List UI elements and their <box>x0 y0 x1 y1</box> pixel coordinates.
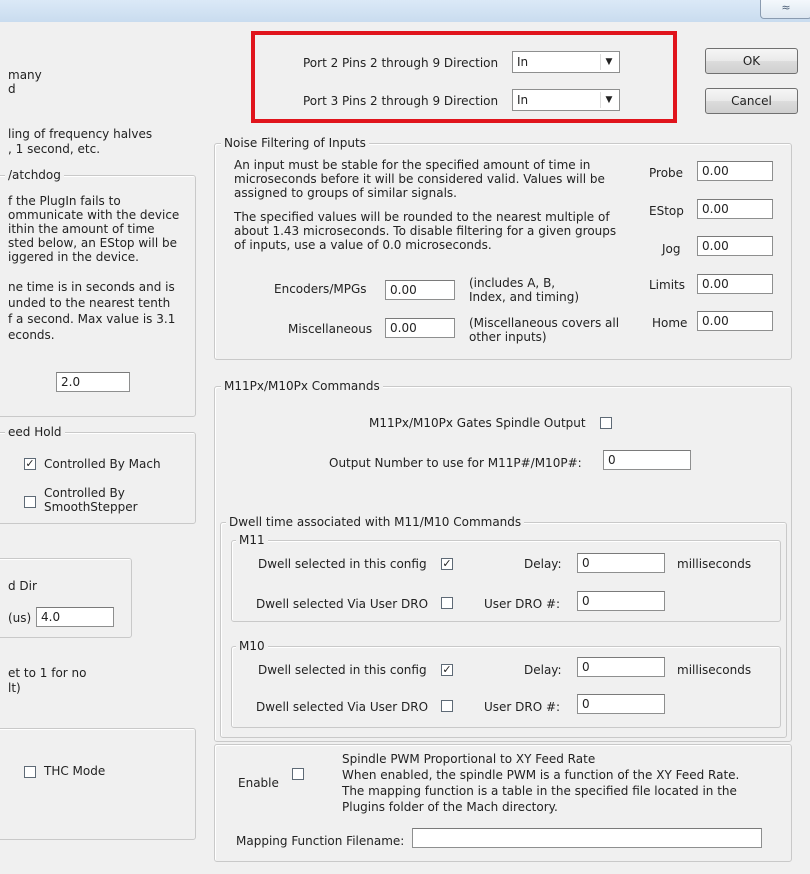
highlight-box <box>251 31 677 123</box>
controlled-by-mach-checkbox[interactable]: ✓ <box>24 458 36 470</box>
watchdog-legend: /atchdog <box>5 168 64 182</box>
watchdog-desc-line: ommunicate with the device <box>8 208 180 222</box>
watchdog-desc-line: econds. <box>8 328 55 342</box>
mapping-filename-input[interactable] <box>412 828 762 848</box>
output-number-label: Output Number to use for M11P#/M10P#: <box>329 456 582 470</box>
noise-desc-line: of inputs, use a value of 0.0 microsecon… <box>234 238 492 252</box>
set-note-line: lt) <box>8 681 21 695</box>
us-input[interactable] <box>36 607 114 627</box>
watchdog-desc-line: ne time is in seconds and is <box>8 280 175 294</box>
m10-dwell-dro-label: Dwell selected Via User DRO <box>256 700 429 714</box>
encoders-mpgs-label: Encoders/MPGs <box>274 282 367 296</box>
watchdog-time-input[interactable] <box>56 372 130 392</box>
m11-user-dro-label: User DRO #: <box>484 597 561 611</box>
watchdog-desc-line: sted below, an EStop will be <box>8 236 177 250</box>
m11-dwell-config-label: Dwell selected in this config <box>258 557 427 571</box>
gates-spindle-output-checkbox[interactable] <box>600 417 612 429</box>
controlled-by-smoothstepper-label: SmoothStepper <box>44 500 138 514</box>
m11px-m10px-legend: M11Px/M10Px Commands <box>221 379 383 393</box>
noise-desc-line: microseconds before it will be considere… <box>234 172 605 186</box>
home-label: Home <box>652 316 688 330</box>
close-button[interactable]: ≈ <box>760 0 810 19</box>
spindle-pwm-title: Spindle PWM Proportional to XY Feed Rate <box>342 752 596 766</box>
m11-legend: M11 <box>236 533 268 547</box>
watchdog-desc-line: ithin the amount of time <box>8 222 155 236</box>
limits-label: Limits <box>649 278 685 292</box>
m11-ms-label: milliseconds <box>677 557 752 571</box>
controlled-by-mach-label: Controlled By Mach <box>44 457 161 471</box>
encoders-note-line: (includes A, B, <box>469 276 556 290</box>
m11-delay-label: Delay: <box>524 557 562 571</box>
noise-desc-line: An input must be stable for the specifie… <box>234 158 591 172</box>
noise-filtering-legend: Noise Filtering of Inputs <box>221 136 369 150</box>
limits-input[interactable] <box>697 274 773 294</box>
spindle-pwm-desc-line: Plugins folder of the Mach directory. <box>342 800 558 814</box>
output-number-input[interactable] <box>603 450 691 470</box>
controlled-by-smoothstepper-label: Controlled By <box>44 486 125 500</box>
jog-input[interactable] <box>697 236 773 256</box>
home-input[interactable] <box>697 311 773 331</box>
noise-desc-line: assigned to groups of similar signals. <box>234 186 457 200</box>
misc-note-line: (Miscellaneous covers all <box>469 316 620 330</box>
m10-user-dro-label: User DRO #: <box>484 700 561 714</box>
dwell-legend: Dwell time associated with M11/M10 Comma… <box>226 515 525 529</box>
m10-delay-input[interactable] <box>577 657 665 677</box>
ok-button[interactable]: OK <box>705 48 798 74</box>
miscellaneous-label: Miscellaneous <box>288 322 373 336</box>
spindle-pwm-enable-label: Enable <box>238 776 279 790</box>
watchdog-desc-line: iggered in the device. <box>8 250 139 264</box>
m10-dwell-dro-checkbox[interactable] <box>441 700 453 712</box>
left-partial-line: many <box>8 68 42 82</box>
mapping-filename-label: Mapping Function Filename: <box>236 834 405 848</box>
jog-label: Jog <box>662 242 681 256</box>
m11-dwell-dro-label: Dwell selected Via User DRO <box>256 597 429 611</box>
probe-label: Probe <box>649 166 684 180</box>
m11-delay-input[interactable] <box>577 553 665 573</box>
probe-input[interactable] <box>697 161 773 181</box>
watchdog-desc-line: f a second. Max value is 3.1 <box>8 312 176 326</box>
misc-note-line: other inputs) <box>469 330 547 344</box>
cancel-button[interactable]: Cancel <box>705 88 798 114</box>
title-bar <box>0 0 810 22</box>
close-icon: ≈ <box>781 1 791 14</box>
thc-mode-checkbox[interactable] <box>24 766 36 778</box>
watchdog-desc-line: unded to the nearest tenth <box>8 296 171 310</box>
m10-ms-label: milliseconds <box>677 663 752 677</box>
m10-user-dro-input[interactable] <box>577 694 665 714</box>
left-partial-line: ling of frequency halves <box>8 127 153 141</box>
controlled-by-smoothstepper-checkbox[interactable] <box>24 496 36 508</box>
noise-desc-line: about 1.43 microseconds. To disable filt… <box>234 224 617 238</box>
m10-legend: M10 <box>236 639 268 653</box>
gates-spindle-output-label: M11Px/M10Px Gates Spindle Output <box>369 416 586 430</box>
estop-input[interactable] <box>697 199 773 219</box>
spindle-pwm-desc-line: When enabled, the spindle PWM is a funct… <box>342 768 740 782</box>
m10-delay-label: Delay: <box>524 663 562 677</box>
m11-user-dro-input[interactable] <box>577 591 665 611</box>
m11-dwell-dro-checkbox[interactable] <box>441 597 453 609</box>
thc-group <box>0 728 196 840</box>
spindle-pwm-enable-checkbox[interactable] <box>292 768 304 780</box>
set-note-line: et to 1 for no <box>8 666 87 680</box>
noise-desc-line: The specified values will be rounded to … <box>234 210 610 224</box>
feed-hold-legend: eed Hold <box>5 425 65 439</box>
m10-dwell-config-checkbox[interactable]: ✓ <box>441 664 453 676</box>
watchdog-desc-line: f the PlugIn fails to <box>8 194 121 208</box>
us-label: (us) <box>8 611 32 625</box>
encoders-mpgs-input[interactable] <box>385 280 455 300</box>
left-partial-line: d <box>8 82 16 96</box>
m10-group <box>231 646 781 728</box>
m11-dwell-config-checkbox[interactable]: ✓ <box>441 558 453 570</box>
miscellaneous-input[interactable] <box>385 318 455 338</box>
m10-dwell-config-label: Dwell selected in this config <box>258 663 427 677</box>
dir-label: d Dir <box>8 579 37 593</box>
spindle-pwm-desc-line: The mapping function is a table in the s… <box>342 784 737 798</box>
estop-label: EStop <box>649 204 684 218</box>
encoders-note-line: Index, and timing) <box>469 290 580 304</box>
left-partial-line: , 1 second, etc. <box>8 142 101 156</box>
thc-mode-label: THC Mode <box>44 764 106 778</box>
